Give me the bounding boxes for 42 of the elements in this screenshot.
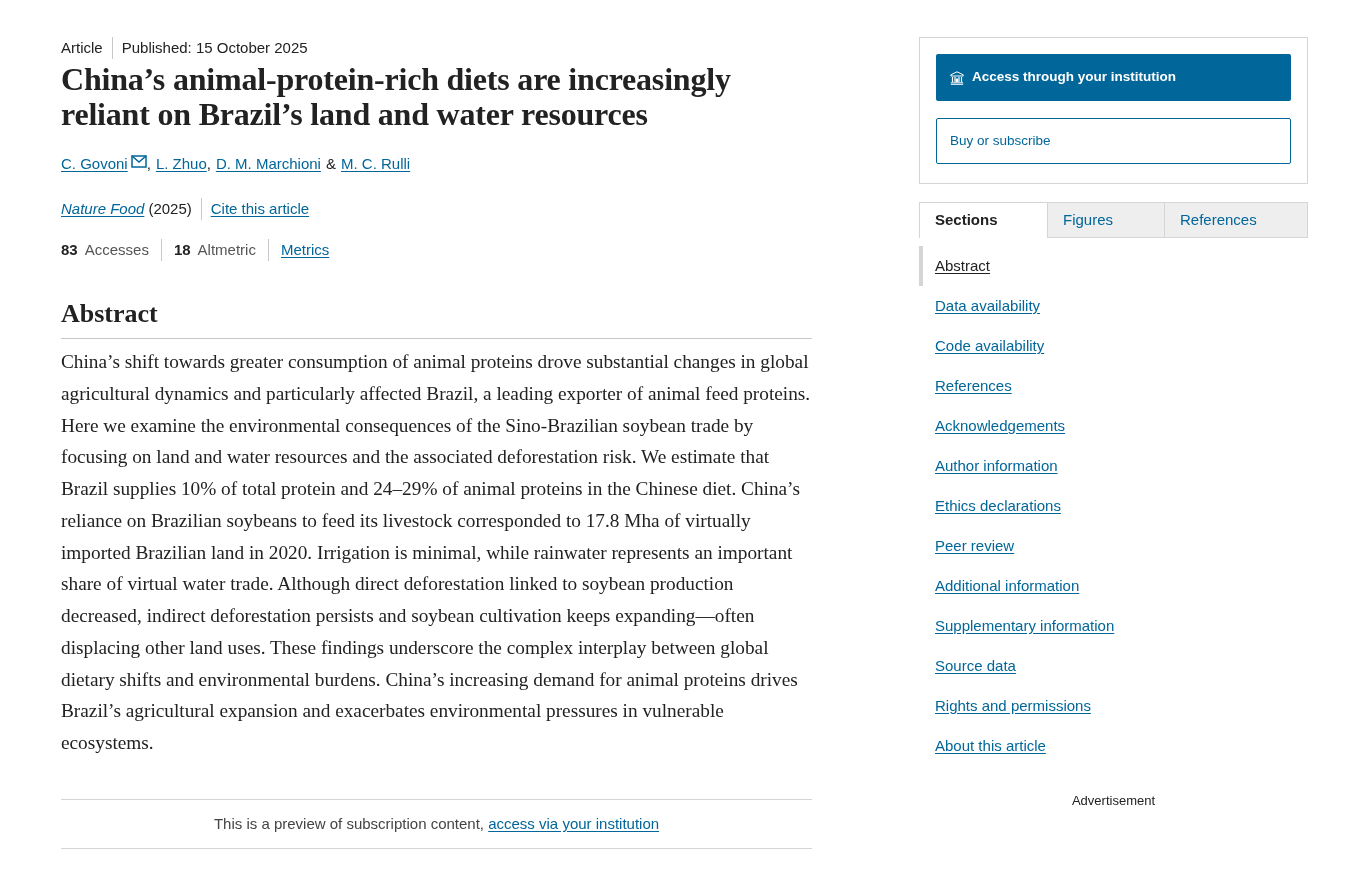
author-link[interactable]: M. C. Rulli (340, 155, 411, 172)
metric-count: 83 (61, 240, 78, 260)
metric-count: 18 (173, 240, 191, 260)
section-link[interactable]: Ethics declarations (919, 486, 1061, 526)
article-title: China’s animal-protein-rich diets are increasingly reliant on Brazil’s land and water resources (61, 62, 732, 132)
tab[interactable]: Sections (919, 202, 1048, 238)
institution-access-link[interactable]: access via your institution (488, 814, 660, 832)
section-link[interactable]: Abstract (919, 246, 991, 286)
cite-link[interactable]: Cite this article (210, 197, 310, 221)
buy-button[interactable]: Buy or subscribe (936, 118, 1291, 164)
metric-name: Accesses (84, 240, 149, 260)
section-link[interactable]: References (919, 366, 1012, 406)
advertisement-label: Advertisement (1071, 793, 1156, 808)
author-link[interactable]: C. Govoni (61, 155, 128, 172)
section-heading: Abstract (61, 298, 159, 330)
section-link[interactable]: Supplementary information (919, 606, 1115, 646)
section-link[interactable]: Peer review (919, 526, 1015, 566)
article-type: Article (61, 38, 103, 58)
section-link[interactable]: Author information (919, 446, 1058, 486)
publish-date: Published: 15 October 2025 (121, 38, 308, 58)
author-separator: , (146, 155, 151, 172)
metric-name: Altmetric (197, 240, 256, 260)
section-link[interactable]: Source data (919, 646, 1016, 686)
author-link[interactable]: D. M. Marchioni (215, 155, 321, 172)
publication-year: (2025) (148, 199, 192, 219)
section-link[interactable]: About this article (919, 726, 1046, 766)
abstract-text: China’s shift towards greater consumption of animal proteins drove substantial changes in global agricultural dynamics and particularly affected Brazil, a leading exporter of animal feed proteins. Here we examine the environmental consequences of the Sino-Brazilian soybean trade by focusing on land and water resources and the associated deforestation risk. We estimate that Brazil supplies 10% of total protein and 24–29% of animal proteins in the Chinese diet. China’s reliance on Brazilian soybeans to feed its livestock corresponded to 17.8 Mha of virtually imported Brazilian land in 2020. Irrigation is minimal, while rainwater represents an important share of virtual water trade. Although direct deforestation linked to soybean production decreased, indirect deforestation persists and soybean cultivation keeps expanding—often displacing other land uses. These findings underscore the complex interplay between global dietary shifts and environmental burdens. China’s increasing demand for animal proteins drives Brazil’s agricultural expansion and exacerbates environmental pressures in vulnerable ecosystems. (61, 350, 812, 755)
tab[interactable]: Figures (1048, 202, 1165, 238)
metrics-link[interactable]: Metrics (280, 238, 330, 262)
building-icon (950, 70, 964, 85)
section-link[interactable]: Additional information (919, 566, 1080, 606)
institution-access-button[interactable]: Access through your institution (936, 54, 1291, 101)
author-separator: , (206, 155, 211, 172)
section-link[interactable]: Data availability (919, 286, 1041, 326)
section-link[interactable]: Code availability (919, 326, 1045, 366)
preview-notice: This is a preview of subscription content, access via your institution (212, 813, 661, 834)
tab[interactable]: References (1165, 202, 1308, 238)
journal-link[interactable]: Nature Food (61, 197, 145, 221)
section-link[interactable]: Rights and permissions (919, 686, 1091, 726)
author-link[interactable]: L. Zhuo (155, 155, 207, 172)
author-separator: & (325, 155, 336, 172)
section-link[interactable]: Acknowledgements (919, 406, 1066, 446)
